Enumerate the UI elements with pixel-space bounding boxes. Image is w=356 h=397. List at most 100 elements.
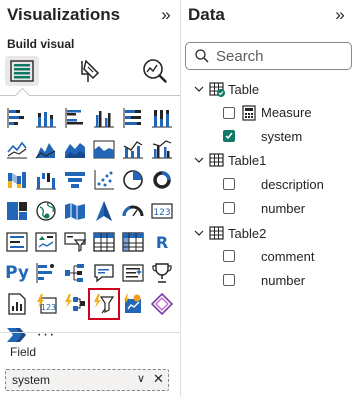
stacked-area-chart-tile[interactable] bbox=[63, 137, 87, 161]
field-name-description[interactable]: description bbox=[261, 177, 324, 192]
field-name-number[interactable]: number bbox=[261, 201, 305, 216]
card-tile[interactable]: 123 bbox=[150, 199, 174, 223]
power-automate-icon bbox=[65, 294, 85, 311]
100-percent-stacked-bar-chart-icon bbox=[123, 108, 141, 128]
line-and-clustered-column-chart-tile[interactable] bbox=[150, 137, 174, 161]
format-visual-tab[interactable] bbox=[72, 56, 106, 86]
table-node-table[interactable]: Table bbox=[193, 79, 259, 99]
field-checkbox-measure[interactable] bbox=[223, 107, 235, 119]
azure-map-tile[interactable] bbox=[92, 199, 116, 223]
data-pane-title: Data bbox=[188, 5, 225, 24]
map-tile[interactable] bbox=[34, 199, 58, 223]
table-icon bbox=[209, 153, 224, 167]
field-checkbox-number[interactable] bbox=[223, 274, 235, 286]
chevron-down-icon[interactable] bbox=[193, 83, 205, 95]
100-percent-stacked-area-chart-tile[interactable] bbox=[92, 137, 116, 161]
field-well[interactable]: system ∨ ✕ bbox=[5, 369, 169, 391]
field-name-measure[interactable]: Measure bbox=[261, 105, 312, 120]
table-node-table1[interactable]: Table1 bbox=[193, 150, 266, 170]
field-name-comment[interactable]: comment bbox=[261, 249, 314, 264]
waterfall-chart-tile[interactable] bbox=[34, 168, 58, 192]
metrics-tile[interactable] bbox=[150, 261, 174, 285]
checkmark-icon bbox=[225, 132, 233, 140]
ribbon-chart-tile[interactable] bbox=[5, 168, 29, 192]
field-name-system[interactable]: system bbox=[261, 129, 302, 144]
visualizations-title: Visualizations bbox=[7, 5, 121, 24]
qa-tile[interactable] bbox=[92, 261, 116, 285]
table-tile[interactable] bbox=[92, 230, 116, 254]
100-percent-stacked-bar-chart-tile[interactable] bbox=[121, 106, 145, 130]
search-input[interactable] bbox=[216, 46, 346, 66]
stacked-column-chart-icon bbox=[36, 112, 56, 128]
power-automate-flow-tile[interactable] bbox=[5, 323, 29, 347]
gauge-tile[interactable] bbox=[121, 199, 145, 223]
more-options-tile[interactable]: ··· bbox=[34, 323, 58, 347]
r-visual-tile[interactable]: R bbox=[150, 230, 174, 254]
collapse-data-pane-button[interactable]: » bbox=[330, 4, 350, 26]
scatter-chart-icon bbox=[94, 170, 114, 190]
field-checkbox-description[interactable] bbox=[223, 178, 235, 190]
python-visual-tile[interactable]: Py bbox=[5, 261, 29, 285]
clustered-column-chart-tile[interactable] bbox=[92, 106, 116, 130]
custom-visual-2-icon bbox=[124, 294, 141, 313]
table-name: Table2 bbox=[228, 225, 267, 241]
waterfall-chart-icon bbox=[36, 173, 56, 190]
custom-visual-icon bbox=[94, 294, 115, 314]
slicer-tile[interactable] bbox=[63, 230, 87, 254]
field-remove-icon[interactable]: ✕ bbox=[153, 371, 164, 387]
qa-icon bbox=[94, 264, 114, 283]
collapse-visualizations-button[interactable]: » bbox=[156, 4, 176, 26]
search-icon bbox=[195, 49, 209, 63]
analytics-icon bbox=[143, 59, 167, 83]
scatter-chart-tile[interactable] bbox=[92, 168, 116, 192]
field-name-number[interactable]: number bbox=[261, 273, 305, 288]
100-percent-stacked-column-chart-tile[interactable] bbox=[150, 106, 174, 130]
analytics-tab[interactable] bbox=[138, 56, 172, 86]
power-apps-tile[interactable]: 123 bbox=[34, 292, 58, 316]
line-and-stacked-column-chart-tile[interactable] bbox=[121, 137, 145, 161]
smart-narrative-tile[interactable] bbox=[121, 261, 145, 285]
custom-visual-tile[interactable] bbox=[88, 288, 120, 320]
multi-row-card-icon bbox=[6, 232, 28, 252]
line-and-clustered-column-chart-icon bbox=[152, 140, 172, 159]
treemap-tile[interactable] bbox=[5, 199, 29, 223]
field-dropdown-chevron-icon[interactable]: ∨ bbox=[137, 372, 145, 385]
stacked-area-chart-icon bbox=[65, 143, 85, 158]
table-name: Table bbox=[228, 81, 260, 97]
get-more-visuals-icon bbox=[151, 293, 173, 315]
kpi-icon bbox=[35, 232, 57, 252]
multi-row-card-tile[interactable] bbox=[5, 230, 29, 254]
filled-map-tile[interactable] bbox=[63, 199, 87, 223]
gauge-icon bbox=[122, 205, 144, 217]
field-checkbox-number[interactable] bbox=[223, 202, 235, 214]
line-chart-tile[interactable] bbox=[5, 137, 29, 161]
stacked-column-chart-tile[interactable] bbox=[34, 106, 58, 130]
clustered-bar-chart-tile[interactable] bbox=[63, 106, 87, 130]
field-checkbox-comment[interactable] bbox=[223, 250, 235, 262]
kpi-tile[interactable] bbox=[34, 230, 58, 254]
table-icon bbox=[93, 232, 115, 252]
field-checkbox-system[interactable] bbox=[223, 130, 235, 142]
matrix-tile[interactable] bbox=[121, 230, 145, 254]
funnel-chart-tile[interactable] bbox=[63, 168, 87, 192]
stacked-bar-chart-tile[interactable] bbox=[5, 106, 29, 130]
search-box bbox=[185, 42, 352, 70]
pane-divider bbox=[180, 0, 181, 397]
decomposition-tree-tile[interactable] bbox=[63, 261, 87, 285]
get-more-visuals-tile[interactable] bbox=[150, 292, 174, 316]
power-automate-tile[interactable] bbox=[63, 292, 87, 316]
svg-text:123: 123 bbox=[41, 303, 56, 312]
table-node-table2[interactable]: Table2 bbox=[193, 223, 266, 243]
pie-chart-tile[interactable] bbox=[121, 168, 145, 192]
donut-chart-tile[interactable] bbox=[150, 168, 174, 192]
chevron-down-icon[interactable] bbox=[193, 227, 205, 239]
svg-text:123: 123 bbox=[153, 208, 170, 218]
custom-visual-2-tile[interactable] bbox=[121, 292, 145, 316]
clustered-column-chart-icon bbox=[94, 111, 114, 128]
build-visual-tab[interactable] bbox=[5, 56, 39, 86]
key-influencers-tile[interactable] bbox=[34, 261, 58, 285]
area-chart-tile[interactable] bbox=[34, 137, 58, 161]
chevron-down-icon[interactable] bbox=[193, 154, 205, 166]
slicer-icon bbox=[64, 232, 86, 252]
paginated-report-tile[interactable] bbox=[5, 292, 29, 316]
